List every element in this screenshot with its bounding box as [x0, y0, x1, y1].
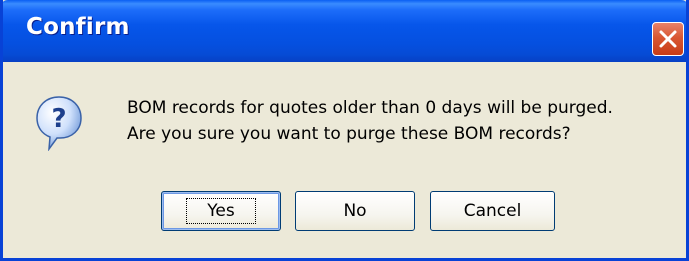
yes-button-label: Yes [186, 198, 256, 224]
question-icon: ? [35, 95, 83, 152]
confirm-dialog: Confirm ? BOM records for quotes older t… [0, 0, 689, 261]
cancel-button[interactable]: Cancel [430, 191, 555, 231]
yes-button[interactable]: Yes [161, 191, 281, 231]
svg-text:?: ? [51, 104, 66, 134]
confirmation-message: BOM records for quotes older than 0 days… [127, 95, 613, 147]
message-line-1: BOM records for quotes older than 0 days… [127, 98, 613, 118]
message-line-2: Are you sure you want to purge these BOM… [127, 124, 571, 144]
dialog-title: Confirm [26, 14, 130, 40]
cancel-button-label: Cancel [463, 201, 522, 221]
close-icon [659, 30, 677, 48]
no-button-label: No [343, 201, 367, 221]
no-button[interactable]: No [295, 191, 415, 231]
close-button[interactable] [652, 22, 684, 56]
title-bar[interactable]: Confirm [3, 0, 686, 62]
